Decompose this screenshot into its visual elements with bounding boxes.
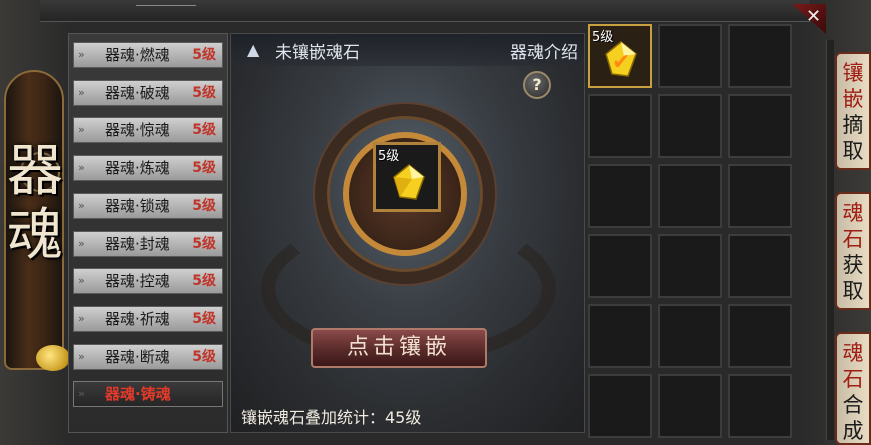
soul-level: 5级 (192, 310, 216, 327)
tab-label-bottom: 获取 (842, 253, 864, 303)
soul-label: 器魂·惊魂 (105, 121, 170, 140)
tab-soulstone-combine[interactable]: 魂石 合成 (835, 332, 871, 445)
soul-label: 器魂·控魂 (105, 272, 170, 291)
inventory-cell[interactable] (658, 24, 722, 88)
soul-label: 器魂·断魂 (105, 347, 170, 366)
soul-label: 器魂·炼魂 (105, 159, 170, 178)
inventory-cell[interactable] (658, 304, 722, 368)
slot-level: 5级 (378, 149, 400, 164)
soul-list-item[interactable]: » 器魂·燃魂 5级 (73, 42, 223, 68)
side-rail (826, 40, 834, 440)
tab-label-bottom: 合成 (842, 393, 864, 443)
inlay-header: ▲ 未镶嵌魂石 器魂介绍 (231, 34, 584, 66)
arrow-icon: » (78, 161, 85, 175)
inventory-cell[interactable] (658, 234, 722, 298)
inventory-cell[interactable] (588, 304, 652, 368)
help-icon[interactable]: ? (523, 71, 551, 99)
inventory-cell[interactable] (588, 164, 652, 228)
top-tab (136, 0, 196, 6)
soul-level: 5级 (192, 197, 216, 214)
soul-level: 5级 (192, 47, 216, 63)
soul-label: 器魂·燃魂 (105, 46, 170, 64)
inventory-cell[interactable] (658, 164, 722, 228)
soul-list-panel: » 器魂·燃魂 5级 » 器魂·破魂 5级 » 器魂·惊魂 5级 » 器魂·炼魂 5级 » 器魂·锁魂 5级… (68, 33, 228, 433)
soulstone-inventory: 5级 ✔ (588, 24, 798, 444)
soul-list-item[interactable]: » 器魂·惊魂 5级 (73, 117, 223, 144)
gem-icon (393, 164, 425, 200)
inventory-cell[interactable] (728, 304, 792, 368)
tab-label-top: 魂石 (842, 341, 864, 391)
arrow-icon: » (78, 85, 85, 99)
inlay-title: 未镶嵌魂石 (275, 43, 360, 63)
soul-list-item[interactable]: » 器魂·控魂 5级 (73, 268, 223, 295)
soul-label: 器魂·铸魂 (105, 385, 171, 404)
soul-list-item[interactable]: » 器魂·锁魂 5级 (73, 192, 223, 219)
inventory-cell[interactable] (588, 94, 652, 158)
soul-list-item[interactable]: » 器魂·炼魂 5级 (73, 155, 223, 182)
soul-level: 5级 (192, 160, 216, 177)
soul-label: 器魂·祈魂 (105, 309, 170, 328)
inlay-slot[interactable]: 5级 (373, 142, 441, 212)
soul-level: 5级 (192, 348, 216, 365)
gold-coin-icon (36, 345, 70, 371)
inlay-panel: ▲ 未镶嵌魂石 器魂介绍 ? 5级 点击镶嵌 镶嵌魂石叠加统计：45级 (230, 33, 585, 433)
arrow-icon: » (78, 198, 85, 212)
soulstone-header-icon: ▲ (247, 40, 260, 59)
tab-inlay-remove[interactable]: 镶嵌 摘取 (835, 52, 871, 170)
arrow-icon: » (78, 236, 85, 250)
checkmark-icon: ✔ (612, 50, 631, 75)
arrow-icon: » (78, 349, 85, 363)
soul-list-item[interactable]: » 器魂·断魂 5级 (73, 343, 223, 370)
soul-level: 5级 (192, 235, 216, 252)
inventory-cell[interactable] (728, 234, 792, 298)
inventory-cell[interactable] (658, 374, 722, 438)
inventory-cell[interactable] (588, 374, 652, 438)
banner-title: 器魂 (7, 139, 63, 268)
soul-list-item[interactable]: » 器魂·破魂 5级 (73, 79, 223, 106)
tab-label-top: 魂石 (842, 201, 864, 251)
tab-soulstone-get[interactable]: 魂石 获取 (835, 192, 871, 310)
soul-level: 5级 (192, 122, 216, 139)
soul-level: 5级 (192, 273, 216, 290)
soul-label: 器魂·锁魂 (105, 196, 170, 215)
arrow-icon: » (78, 387, 86, 401)
inlay-button[interactable]: 点击镶嵌 (311, 328, 487, 368)
arrow-icon: » (78, 123, 85, 137)
soul-list-item[interactable]: » 器魂·铸魂 (73, 381, 223, 408)
soul-label: 器魂·封魂 (105, 234, 170, 253)
close-icon[interactable]: ✕ (806, 6, 821, 27)
inventory-cell[interactable] (728, 24, 792, 88)
inventory-cell[interactable] (728, 164, 792, 228)
inventory-cell[interactable] (588, 234, 652, 298)
soul-list-item[interactable]: » 器魂·封魂 5级 (73, 230, 223, 257)
arrow-icon: » (78, 48, 85, 61)
top-strip (40, 0, 810, 22)
soul-label: 器魂·破魂 (105, 83, 170, 102)
tab-label-top: 镶嵌 (842, 61, 864, 111)
tab-label-bottom: 摘取 (842, 113, 864, 163)
intro-link[interactable]: 器魂介绍 (510, 38, 578, 63)
inventory-cell[interactable] (728, 94, 792, 158)
arrow-icon: » (78, 274, 85, 288)
arrow-icon: » (78, 311, 85, 325)
soul-list-item[interactable]: » 器魂·祈魂 5级 (73, 305, 223, 332)
inlay-stat: 镶嵌魂石叠加统计：45级 (241, 408, 422, 427)
soul-level: 5级 (192, 84, 216, 101)
inventory-cell[interactable]: 5级 ✔ (588, 24, 652, 88)
inventory-cell[interactable] (658, 94, 722, 158)
inventory-cell[interactable] (728, 374, 792, 438)
